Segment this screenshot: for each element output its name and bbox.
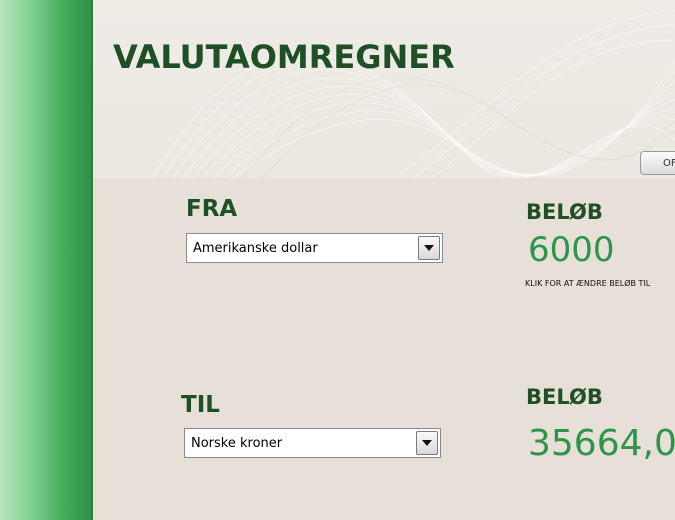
decorative-waves <box>152 9 675 178</box>
page-title: VALUTAOMREGNER <box>113 38 455 76</box>
from-currency-value: Amerikanske dollar <box>193 241 318 256</box>
to-amount-label: BELØB <box>526 385 603 409</box>
converted-amount-value: 35664,00 <box>528 423 675 464</box>
change-amount-hint: KLIK FOR AT ÆNDRE BELØB TIL <box>525 279 651 288</box>
from-amount-value[interactable]: 6000 <box>528 230 615 270</box>
to-label: TIL <box>181 392 220 418</box>
from-amount-label: BELØB <box>526 200 603 224</box>
chevron-down-icon[interactable] <box>416 431 438 455</box>
green-sidebar <box>0 0 93 520</box>
from-label: FRA <box>186 196 238 222</box>
from-currency-select[interactable]: Amerikanske dollar <box>186 233 443 263</box>
to-currency-value: Norske kroner <box>191 436 283 451</box>
to-currency-select[interactable]: Norske kroner <box>184 428 441 458</box>
header-banner <box>93 0 675 178</box>
chevron-down-icon[interactable] <box>418 236 440 260</box>
options-button[interactable]: OF <box>640 151 675 175</box>
